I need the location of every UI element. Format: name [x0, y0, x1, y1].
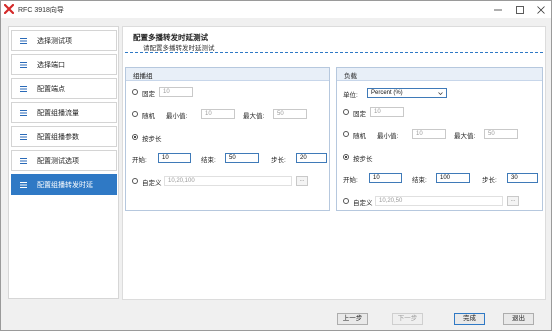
load-step-radio[interactable]: [343, 154, 349, 160]
list-icon: [20, 109, 27, 116]
list-icon: [20, 85, 27, 92]
list-icon: [20, 181, 27, 188]
load-step-label: 按步长: [353, 156, 373, 163]
chevron-down-icon: [438, 92, 443, 95]
load-max-label: 最大值:: [454, 133, 476, 140]
load-random-radio[interactable]: [343, 131, 349, 137]
mg-max-label: 最大值:: [243, 113, 265, 120]
mg-custom-browse-button[interactable]: ...: [296, 176, 308, 186]
minimize-icon: [494, 9, 502, 10]
load-fixed-input[interactable]: 10: [370, 107, 404, 117]
load-end-input[interactable]: 100: [436, 173, 470, 183]
title-divider: [125, 52, 543, 53]
mg-step-size-input[interactable]: 20: [296, 153, 327, 163]
exit-button[interactable]: 退出: [503, 313, 534, 325]
app-logo-icon: [4, 4, 14, 14]
title-bar: RFC 3918向导: [1, 1, 551, 18]
minimize-button[interactable]: [487, 1, 509, 18]
load-start-input[interactable]: 10: [369, 173, 402, 183]
load-custom-radio[interactable]: [343, 198, 349, 204]
load-step-size-label: 步长:: [482, 177, 497, 184]
finish-button[interactable]: 完成: [454, 313, 485, 325]
maximize-button[interactable]: [509, 1, 531, 18]
load-panel: 负载 单位: Percent (%) 固定 10 随机 最小值: 10 最大值:…: [336, 67, 543, 211]
window-title: RFC 3918向导: [18, 7, 64, 14]
close-icon: [537, 5, 545, 14]
load-custom-input[interactable]: 10,20,50: [375, 196, 503, 206]
load-random-label: 随机: [353, 133, 366, 140]
next-button[interactable]: 下一步: [392, 313, 423, 325]
mg-fixed-radio[interactable]: [132, 89, 138, 95]
mg-custom-radio[interactable]: [132, 178, 138, 184]
mg-fixed-label: 固定: [142, 91, 155, 98]
sidebar-item-select-test[interactable]: 选择测试项: [11, 30, 117, 51]
load-title: 负载: [344, 73, 357, 80]
main-panel: 配置多播转发时延测试 请配置多播转发时延测试 组播组 固定 10 随机 最小值:…: [122, 26, 546, 300]
close-button[interactable]: [530, 1, 552, 18]
maximize-icon: [516, 5, 524, 14]
sidebar-item-label: 选择端口: [37, 61, 65, 69]
list-icon: [20, 37, 27, 44]
mg-min-label: 最小值:: [166, 113, 188, 120]
mg-custom-input[interactable]: 10,20,100: [164, 176, 292, 186]
wizard-window: RFC 3918向导 选择测试项 选择端口 配置端点 配置组播流量 配置组播参数…: [0, 0, 552, 331]
sidebar-item-label: 配置组播流量: [37, 109, 79, 117]
sidebar-item-label: 配置测试选项: [37, 157, 79, 165]
list-icon: [20, 61, 27, 68]
unit-label: 单位:: [343, 92, 358, 99]
mg-start-input[interactable]: 10: [158, 153, 191, 163]
multicast-group-header: 组播组: [126, 68, 329, 81]
sidebar-item-select-port[interactable]: 选择端口: [11, 54, 117, 75]
list-icon: [20, 133, 27, 140]
load-start-label: 开始:: [343, 177, 358, 184]
sidebar-item-label: 配置组播参数: [37, 133, 79, 141]
mg-fixed-input[interactable]: 10: [159, 87, 193, 97]
sidebar-item-label: 选择测试项: [37, 37, 72, 45]
mg-min-input[interactable]: 10: [201, 109, 235, 119]
mg-end-label: 结束:: [201, 157, 216, 164]
sidebar-item-label: 配置端点: [37, 85, 65, 93]
sidebar-item-multicast-traffic[interactable]: 配置组播流量: [11, 102, 117, 123]
load-min-label: 最小值:: [377, 133, 399, 140]
load-step-size-input[interactable]: 30: [507, 173, 538, 183]
sidebar-item-multicast-params[interactable]: 配置组播参数: [11, 126, 117, 147]
mg-max-input[interactable]: 50: [273, 109, 307, 119]
unit-select-value: Percent (%): [371, 90, 403, 96]
mg-random-label: 随机: [142, 113, 155, 120]
mg-step-size-label: 步长:: [271, 157, 286, 164]
load-min-input[interactable]: 10: [412, 129, 446, 139]
mg-step-label: 按步长: [142, 136, 162, 143]
sidebar-item-test-options[interactable]: 配置测试选项: [11, 150, 117, 171]
load-max-input[interactable]: 50: [484, 129, 518, 139]
load-fixed-radio[interactable]: [343, 109, 349, 115]
list-icon: [20, 157, 27, 164]
sidebar-item-label: 配置组播转发时延: [37, 181, 93, 189]
sidebar-item-endpoints[interactable]: 配置端点: [11, 78, 117, 99]
load-fixed-label: 固定: [353, 111, 366, 118]
load-custom-browse-button[interactable]: ...: [507, 196, 519, 206]
multicast-group-panel: 组播组 固定 10 随机 最小值: 10 最大值: 50 按步长 开始: 10 …: [125, 67, 330, 211]
wizard-steps-sidebar: 选择测试项 选择端口 配置端点 配置组播流量 配置组播参数 配置测试选项 配置组…: [8, 26, 119, 299]
sidebar-item-forwarding-latency[interactable]: 配置组播转发时延: [11, 174, 117, 195]
load-end-label: 结束:: [412, 177, 427, 184]
multicast-group-title: 组播组: [133, 73, 153, 80]
page-subtitle: 请配置多播转发时延测试: [143, 45, 215, 52]
mg-random-radio[interactable]: [132, 111, 138, 117]
mg-end-input[interactable]: 50: [225, 153, 259, 163]
mg-step-radio[interactable]: [132, 134, 138, 140]
mg-custom-label: 自定义: [142, 180, 162, 187]
mg-start-label: 开始:: [132, 157, 147, 164]
load-header: 负载: [337, 68, 542, 81]
prev-button[interactable]: 上一步: [337, 313, 368, 325]
unit-select[interactable]: Percent (%): [367, 88, 447, 98]
load-custom-label: 自定义: [353, 200, 373, 207]
